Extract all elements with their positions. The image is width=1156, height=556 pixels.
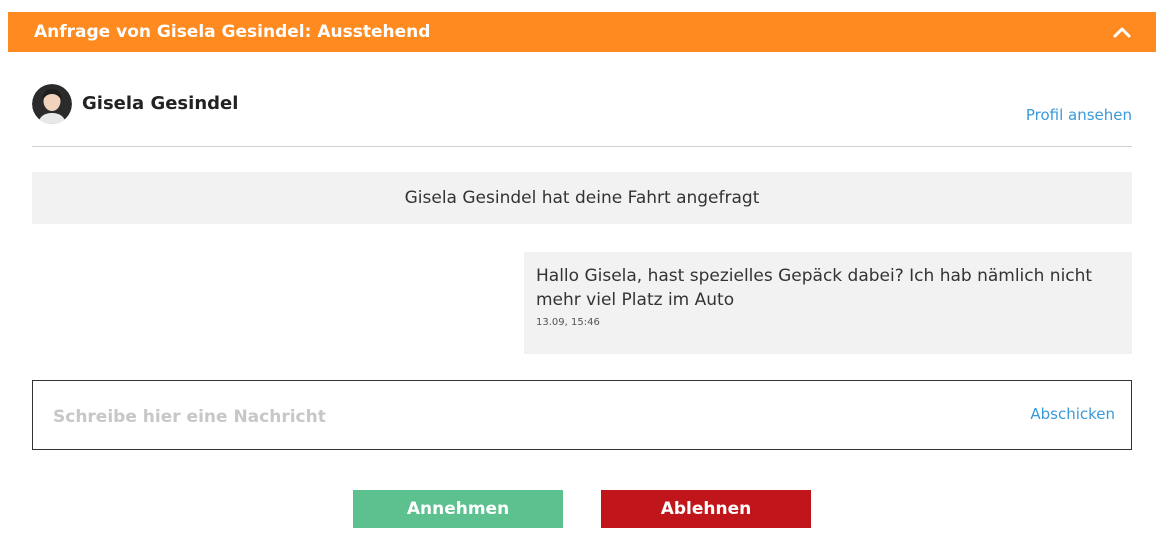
message-text: Hallo Gisela, hast spezielles Gepäck dab… [536,266,1093,310]
decline-button[interactable]: Ablehnen [601,490,811,528]
send-button[interactable]: Abschicken [1030,405,1115,423]
divider [32,146,1132,147]
message-input[interactable] [51,401,955,433]
chevron-up-icon[interactable] [1112,22,1132,42]
chat-message: Hallo Gisela, hast spezielles Gepäck dab… [524,252,1132,354]
request-header[interactable]: Anfrage von Gisela Gesindel: Ausstehend [8,12,1156,52]
accept-button[interactable]: Annehmen [353,490,563,528]
request-title: Anfrage von Gisela Gesindel: Ausstehend [34,22,431,42]
avatar[interactable] [32,84,72,124]
user-name: Gisela Gesindel [82,93,239,114]
message-composer: Abschicken [32,380,1132,450]
request-panel: Anfrage von Gisela Gesindel: Ausstehend … [8,12,1156,556]
profile-row: Gisela Gesindel Profil ansehen [32,84,1132,144]
view-profile-link[interactable]: Profil ansehen [1026,106,1132,124]
message-timestamp: 13.09, 15:46 [536,317,600,328]
system-message: Gisela Gesindel hat deine Fahrt angefrag… [32,172,1132,224]
